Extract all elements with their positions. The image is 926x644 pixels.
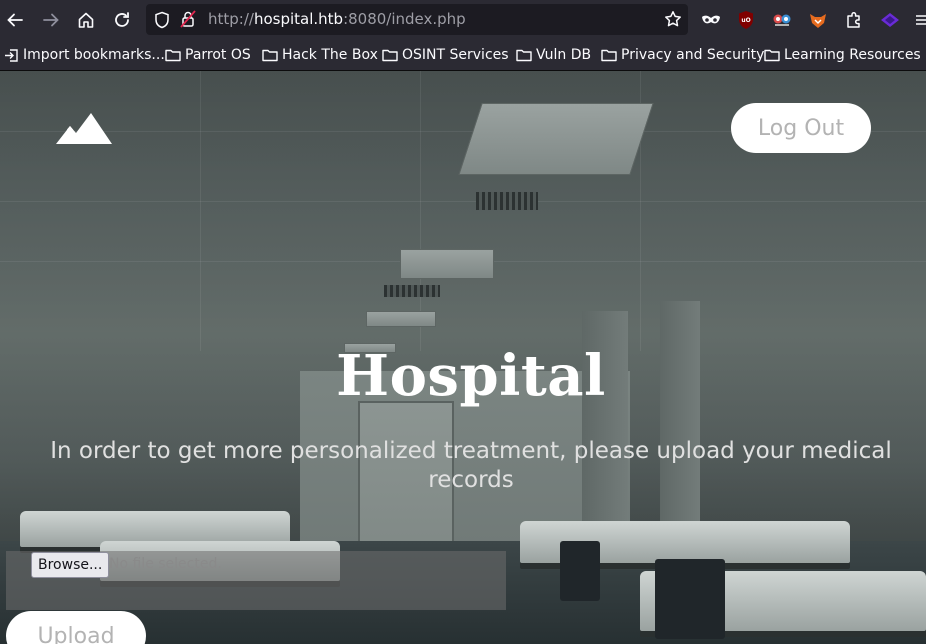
browser-toolbar: http://hospital.htb:8080/index.php uO: [0, 0, 926, 40]
extension-button-owl[interactable]: [771, 9, 793, 31]
bookmark-folder-privacy-and-security[interactable]: Privacy and Security: [601, 45, 764, 65]
folder-icon: [764, 49, 780, 62]
upload-button[interactable]: Upload: [6, 611, 146, 644]
mask-icon: [702, 15, 720, 24]
forward-button[interactable]: [39, 8, 63, 32]
extension-button-purple[interactable]: [879, 9, 901, 31]
forward-arrow-icon: [43, 13, 59, 27]
bookmark-label: OSINT Services: [402, 47, 509, 63]
foxyproxy-extension-button[interactable]: [700, 9, 722, 31]
insecure-lock-icon[interactable]: [180, 10, 196, 28]
page-subtitle: In order to get more personalized treatm…: [50, 438, 892, 493]
import-icon: [5, 48, 18, 62]
bookmark-label: Parrot OS: [185, 47, 251, 63]
url-path: :8080/index.php: [343, 10, 466, 28]
extensions-menu-button[interactable]: [843, 9, 865, 31]
url-host: hospital.htb: [253, 10, 344, 28]
extension-button-fox[interactable]: [807, 9, 829, 31]
app-menu-button[interactable]: [912, 9, 926, 31]
mountain-logo-icon[interactable]: [56, 113, 112, 145]
ublock-shield-icon: uO: [739, 11, 753, 29]
bookmarks-toolbar: Import bookmarks... Parrot OS Hack The B…: [0, 40, 926, 71]
bookmark-label: Vuln DB: [536, 47, 592, 63]
bookmark-import[interactable]: Import bookmarks...: [4, 45, 165, 65]
folder-icon: [382, 49, 398, 62]
shield-icon[interactable]: [154, 11, 170, 29]
folder-icon: [262, 49, 278, 62]
address-bar[interactable]: http://hospital.htb:8080/index.php: [146, 4, 688, 35]
home-icon: [78, 12, 94, 28]
hamburger-menu-icon: [916, 15, 926, 25]
bookmark-label: Hack The Box: [282, 47, 378, 63]
folder-icon: [165, 49, 181, 62]
upload-form: Browse... No file selected.: [6, 551, 506, 610]
browse-file-button[interactable]: Browse...: [31, 552, 110, 578]
url-text[interactable]: http://hospital.htb:8080/index.php: [208, 10, 466, 28]
purple-diamond-icon: [881, 13, 899, 27]
ublock-extension-button[interactable]: uO: [735, 9, 757, 31]
reload-button[interactable]: [110, 8, 134, 32]
bookmark-star-icon[interactable]: [664, 10, 682, 28]
bookmark-folder-vuln-db[interactable]: Vuln DB: [516, 45, 591, 65]
reload-icon: [115, 12, 129, 27]
log-out-button[interactable]: Log Out: [731, 103, 871, 153]
fox-icon: [810, 14, 826, 28]
bookmark-folder-osint-services[interactable]: OSINT Services: [382, 45, 509, 65]
bookmark-folder-hack-the-box[interactable]: Hack The Box: [262, 45, 378, 65]
bookmark-folder-learning-resources[interactable]: Learning Resources: [764, 45, 921, 65]
bookmark-folder-parrot-os[interactable]: Parrot OS: [165, 45, 251, 65]
puzzle-piece-icon: [847, 11, 860, 28]
bookmark-label: Import bookmarks...: [23, 47, 165, 63]
home-button[interactable]: [74, 8, 98, 32]
url-prefix: http://: [208, 10, 254, 28]
bookmark-label: Privacy and Security: [621, 47, 765, 63]
svg-text:uO: uO: [741, 17, 750, 24]
page-title: Hospital: [336, 343, 606, 409]
folder-icon: [516, 49, 532, 62]
selected-file-status: No file selected.: [109, 556, 222, 572]
back-arrow-icon: [7, 13, 23, 27]
folder-icon: [601, 49, 617, 62]
back-button[interactable]: [3, 8, 27, 32]
owl-icon: [773, 14, 791, 26]
page-content: Log Out Hospital In order to get more pe…: [0, 71, 926, 644]
bookmark-label: Learning Resources: [784, 47, 921, 63]
